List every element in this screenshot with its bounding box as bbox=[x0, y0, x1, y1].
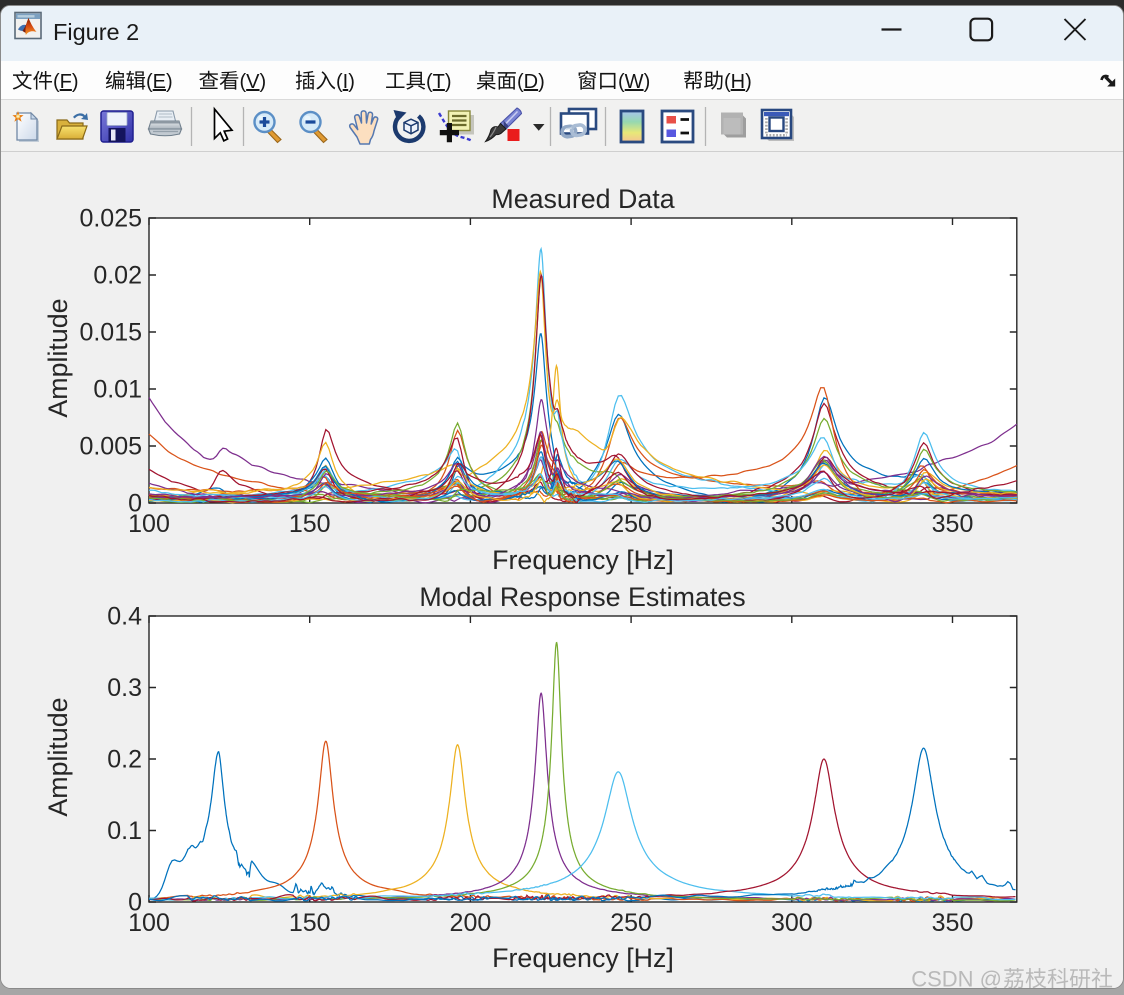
svg-text:(F): (F) bbox=[53, 71, 79, 93]
svg-text:150: 150 bbox=[289, 909, 331, 937]
svg-text:200: 200 bbox=[450, 909, 492, 937]
svg-text:(T): (T) bbox=[426, 71, 452, 93]
svg-text:(I): (I) bbox=[336, 71, 355, 93]
svg-text:(E): (E) bbox=[146, 71, 173, 93]
svg-text:Modal Response Estimates: Modal Response Estimates bbox=[419, 582, 745, 612]
svg-text:150: 150 bbox=[289, 510, 331, 538]
svg-text:(V): (V) bbox=[240, 71, 267, 93]
svg-text:0.02: 0.02 bbox=[93, 262, 142, 290]
svg-text:0.015: 0.015 bbox=[79, 319, 142, 347]
svg-text:(W): (W) bbox=[618, 71, 650, 93]
svg-text:250: 250 bbox=[610, 510, 652, 538]
svg-text:200: 200 bbox=[450, 510, 492, 538]
svg-text:Frequency [Hz]: Frequency [Hz] bbox=[492, 943, 674, 973]
svg-text:Amplitude: Amplitude bbox=[43, 298, 73, 417]
svg-text:CSDN @: CSDN @ bbox=[911, 967, 1002, 990]
svg-text:Amplitude: Amplitude bbox=[43, 697, 73, 816]
svg-text:(H): (H) bbox=[724, 71, 752, 93]
svg-text:Frequency [Hz]: Frequency [Hz] bbox=[492, 545, 674, 575]
svg-text:0.005: 0.005 bbox=[79, 433, 142, 461]
svg-text:250: 250 bbox=[610, 909, 652, 937]
svg-text:0.1: 0.1 bbox=[107, 817, 142, 845]
svg-text:350: 350 bbox=[932, 909, 974, 937]
svg-text:300: 300 bbox=[771, 909, 813, 937]
svg-text:300: 300 bbox=[771, 510, 813, 538]
svg-text:0: 0 bbox=[128, 889, 142, 917]
svg-text:0.3: 0.3 bbox=[107, 674, 142, 702]
svg-text:0.01: 0.01 bbox=[93, 376, 142, 404]
svg-text:350: 350 bbox=[932, 510, 974, 538]
svg-text:Measured Data: Measured Data bbox=[491, 184, 674, 214]
svg-text:0: 0 bbox=[128, 490, 142, 518]
svg-text:0.2: 0.2 bbox=[107, 746, 142, 774]
svg-text:0.4: 0.4 bbox=[107, 603, 142, 631]
svg-text:0.025: 0.025 bbox=[79, 205, 142, 233]
svg-text:(D): (D) bbox=[517, 71, 545, 93]
